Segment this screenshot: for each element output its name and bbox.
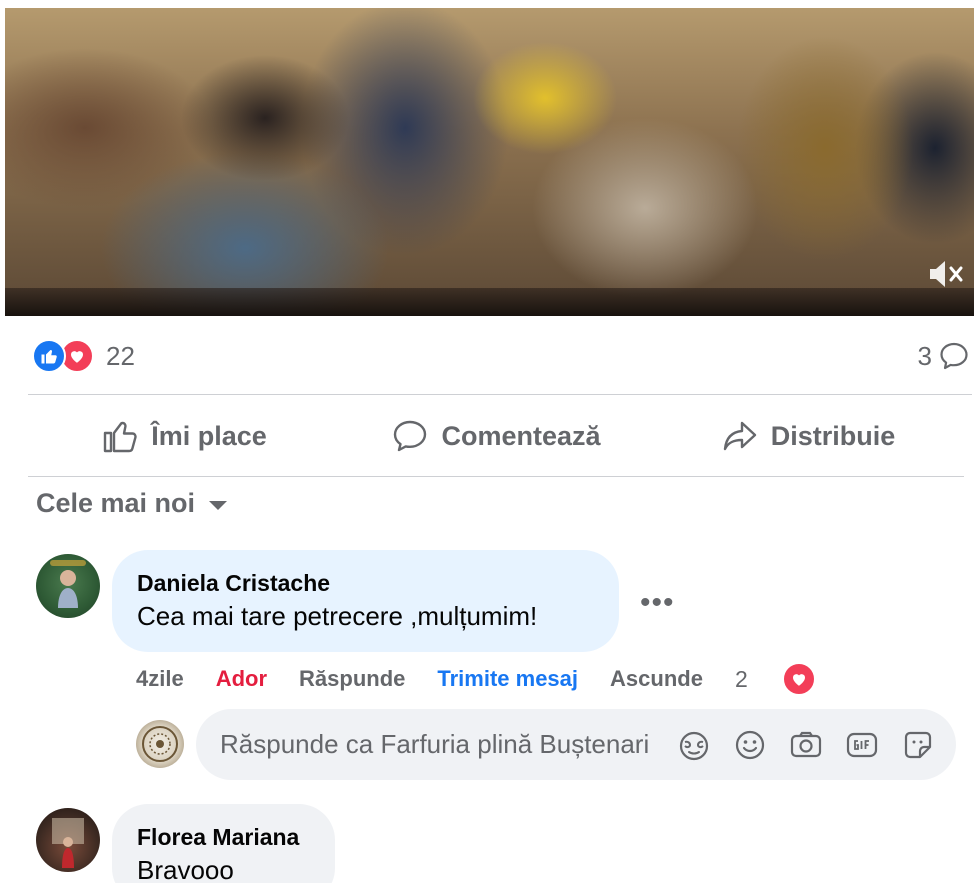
post-video[interactable] [5, 8, 974, 316]
share-arrow-icon [723, 421, 756, 451]
comment-reactions[interactable]: 2 [735, 662, 816, 696]
comment-icon [394, 420, 427, 452]
comment-bubble: Daniela Cristache Cea mai tare petrecere… [112, 550, 619, 652]
reaction-button[interactable]: Ador [216, 666, 267, 692]
reply-input[interactable]: Răspunde ca Farfuria plină Buștenari [196, 709, 956, 780]
comment-bubble-icon [940, 342, 968, 370]
sort-label: Cele mai noi [36, 488, 196, 518]
video-scene-decoration [5, 288, 974, 316]
comment-text: Bravooo [137, 855, 234, 883]
reactions-count: 22 [106, 340, 135, 371]
avatar[interactable] [36, 554, 100, 618]
gif-icon[interactable] [844, 727, 880, 763]
thumbs-up-icon [104, 421, 137, 453]
share-button-label: Distribuie [770, 420, 896, 451]
divider [28, 476, 964, 477]
reply-tools [676, 727, 956, 763]
like-button[interactable]: Îmi place [28, 398, 340, 474]
comment-time[interactable]: 4zile [136, 666, 184, 692]
comments-count-number: 3 [917, 340, 932, 371]
comment-button[interactable]: Comentează [340, 398, 652, 474]
comment-sort-dropdown[interactable]: Cele mai noi [36, 488, 228, 519]
avatar[interactable] [36, 808, 100, 872]
emoji-icon[interactable] [732, 727, 768, 763]
share-button[interactable]: Distribuie [652, 398, 964, 474]
comment-reaction-count: 2 [734, 665, 748, 692]
camera-icon[interactable] [788, 727, 824, 763]
comment-bubble: Florea Mariana Bravooo [112, 804, 335, 883]
comment-text: Cea mai tare petrecere ,mulțumim! [137, 601, 538, 631]
reactions-summary[interactable]: 22 [32, 338, 135, 374]
love-icon [781, 662, 816, 696]
caret-down-icon [209, 501, 228, 510]
comment-button-label: Comentează [441, 420, 601, 451]
avatar-sticker-icon[interactable] [676, 727, 712, 763]
send-message-button[interactable]: Trimite mesaj [437, 666, 578, 692]
comments-count[interactable]: 3 [918, 338, 970, 374]
avatar [136, 720, 184, 768]
reply-input-placeholder[interactable]: Răspunde ca Farfuria plină Buștenari [220, 729, 654, 760]
comment-author[interactable]: Florea Mariana [137, 822, 309, 852]
comment-author[interactable]: Daniela Cristache [137, 568, 593, 598]
speaker-muted-icon[interactable] [924, 254, 964, 294]
divider [28, 394, 972, 395]
like-button-label: Îmi place [151, 420, 267, 451]
like-icon [32, 339, 66, 373]
post-actions: Îmi place Comentează Distribuie [28, 398, 964, 474]
reply-button[interactable]: Răspunde [299, 666, 405, 692]
sticker-icon[interactable] [900, 727, 936, 763]
comment-meta: 4zile Ador Răspunde Trimite mesaj Ascund… [136, 662, 816, 696]
hide-button[interactable]: Ascunde [610, 666, 703, 692]
more-options-icon[interactable]: ••• [640, 586, 675, 620]
